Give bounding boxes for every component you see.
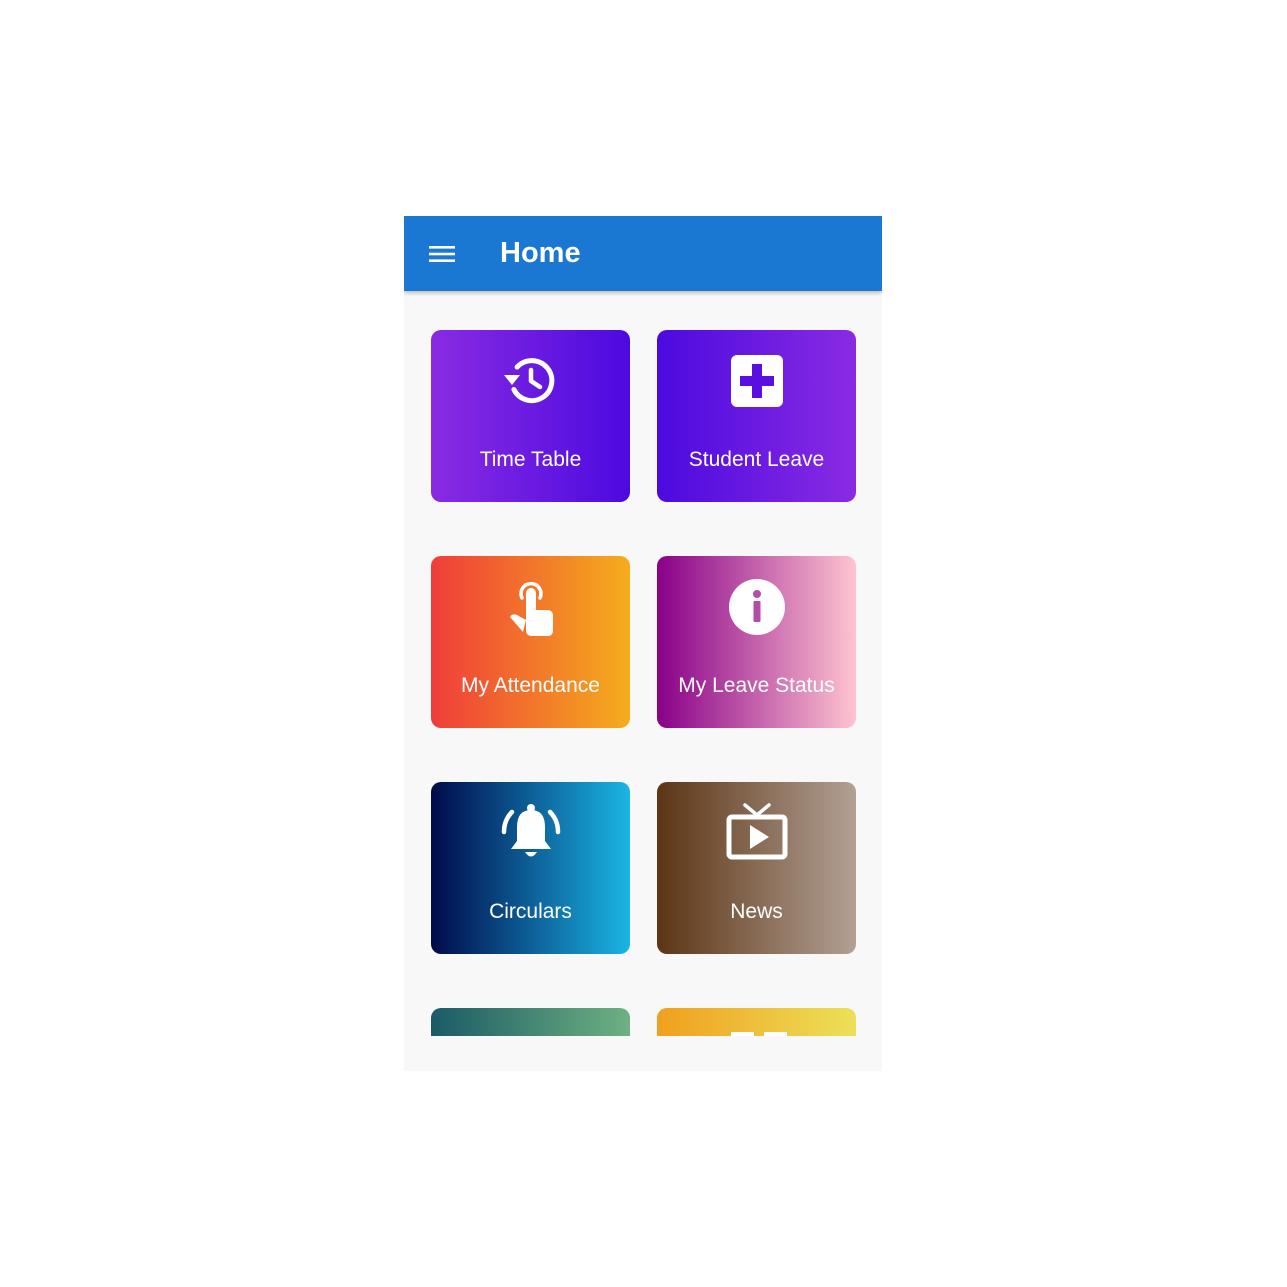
info-icon: [728, 579, 785, 635]
app-bar: Home: [404, 216, 882, 291]
hamburger-menu-icon: [429, 246, 455, 262]
tile-partial-right[interactable]: [657, 1008, 856, 1036]
bell-ringing-icon: [501, 804, 560, 857]
medical-plus-icon: [730, 355, 783, 407]
tile-student-leave[interactable]: Student Leave: [657, 330, 856, 502]
tile-news[interactable]: News: [657, 782, 856, 954]
app-screen: Home Time Table Student Leave My Attenda…: [404, 216, 882, 1071]
menu-button[interactable]: [424, 236, 460, 272]
tile-label: My Attendance: [461, 674, 600, 697]
tile-label: Student Leave: [688, 448, 825, 471]
tile-label: News: [730, 900, 783, 923]
page-title: Home: [500, 237, 581, 269]
tile-grid: Time Table Student Leave My Attendance M…: [404, 291, 882, 1036]
tile-my-attendance[interactable]: My Attendance: [431, 556, 630, 728]
touch-finger-icon: [509, 581, 553, 636]
tile-label: My Leave Status: [678, 674, 835, 697]
tile-label: Time Table: [479, 448, 582, 471]
partial-icon: [731, 1032, 754, 1036]
history-clock-icon: [503, 358, 554, 404]
tile-time-table[interactable]: Time Table: [431, 330, 630, 502]
partial-icon: [764, 1032, 787, 1036]
tile-my-leave-status[interactable]: My Leave Status: [657, 556, 856, 728]
tile-circulars[interactable]: Circulars: [431, 782, 630, 954]
tile-label: Circulars: [489, 900, 572, 923]
tv-play-icon: [726, 803, 787, 860]
tile-partial-left[interactable]: [431, 1008, 630, 1036]
